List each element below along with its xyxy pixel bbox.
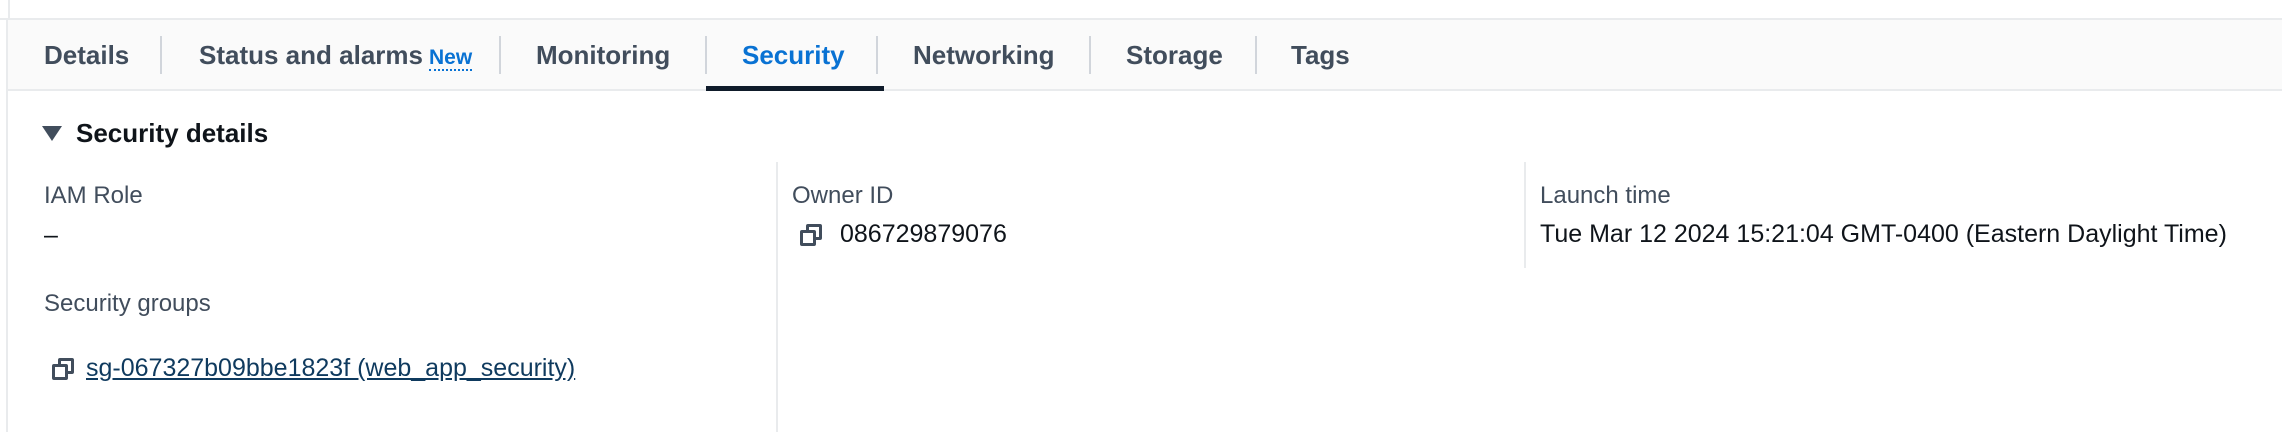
tab-networking-label: Networking bbox=[913, 40, 1055, 70]
active-tab-indicator bbox=[706, 86, 884, 91]
column-divider bbox=[776, 162, 778, 432]
tab-status-and-alarms[interactable]: Status and alarms New bbox=[199, 20, 473, 91]
tab-security[interactable]: Security bbox=[742, 20, 845, 91]
owner-id-label: Owner ID bbox=[792, 182, 894, 209]
caret-down-icon bbox=[42, 126, 62, 141]
tab-storage-label: Storage bbox=[1126, 40, 1223, 70]
top-panel-divider bbox=[8, 0, 10, 20]
tab-details-label: Details bbox=[44, 40, 130, 70]
tab-monitoring[interactable]: Monitoring bbox=[536, 20, 670, 91]
tab-bar: Details Status and alarms New Monitoring … bbox=[8, 20, 2282, 91]
tab-separator bbox=[705, 36, 707, 74]
tab-tags-label: Tags bbox=[1291, 40, 1350, 70]
tab-tags[interactable]: Tags bbox=[1291, 20, 1350, 91]
tab-security-label: Security bbox=[742, 40, 845, 70]
tab-monitoring-label: Monitoring bbox=[536, 40, 671, 70]
tab-separator bbox=[1255, 36, 1257, 74]
launch-time-value: Tue Mar 12 2024 15:21:04 GMT-0400 (Easte… bbox=[1540, 220, 2227, 248]
new-badge: New bbox=[428, 46, 473, 71]
owner-id-value: 086729879076 bbox=[800, 220, 1007, 249]
security-group-link[interactable]: sg-067327b09bbe1823f (web_app_security) bbox=[86, 354, 575, 383]
iam-role-label: IAM Role bbox=[44, 182, 143, 209]
column-divider bbox=[1524, 162, 1526, 268]
copy-icon[interactable] bbox=[800, 223, 822, 246]
launch-time-label: Launch time bbox=[1540, 182, 1671, 209]
tab-separator bbox=[1089, 36, 1091, 74]
security-details-toggle[interactable]: Security details bbox=[42, 118, 268, 149]
copy-icon[interactable] bbox=[52, 357, 74, 380]
top-panel-edge bbox=[0, 0, 2282, 20]
tab-separator bbox=[160, 36, 162, 74]
security-groups-label: Security groups bbox=[44, 290, 211, 317]
tab-storage[interactable]: Storage bbox=[1126, 20, 1223, 91]
tab-separator bbox=[499, 36, 501, 74]
iam-role-value: – bbox=[44, 221, 58, 249]
section-title: Security details bbox=[76, 118, 269, 148]
tab-networking[interactable]: Networking bbox=[913, 20, 1055, 91]
owner-id-text: 086729879076 bbox=[840, 220, 1007, 248]
tab-status-label: Status and alarms bbox=[199, 40, 423, 70]
tab-details[interactable]: Details bbox=[44, 20, 129, 91]
security-group-item: sg-067327b09bbe1823f (web_app_security) bbox=[52, 354, 575, 383]
tab-separator bbox=[876, 36, 878, 74]
